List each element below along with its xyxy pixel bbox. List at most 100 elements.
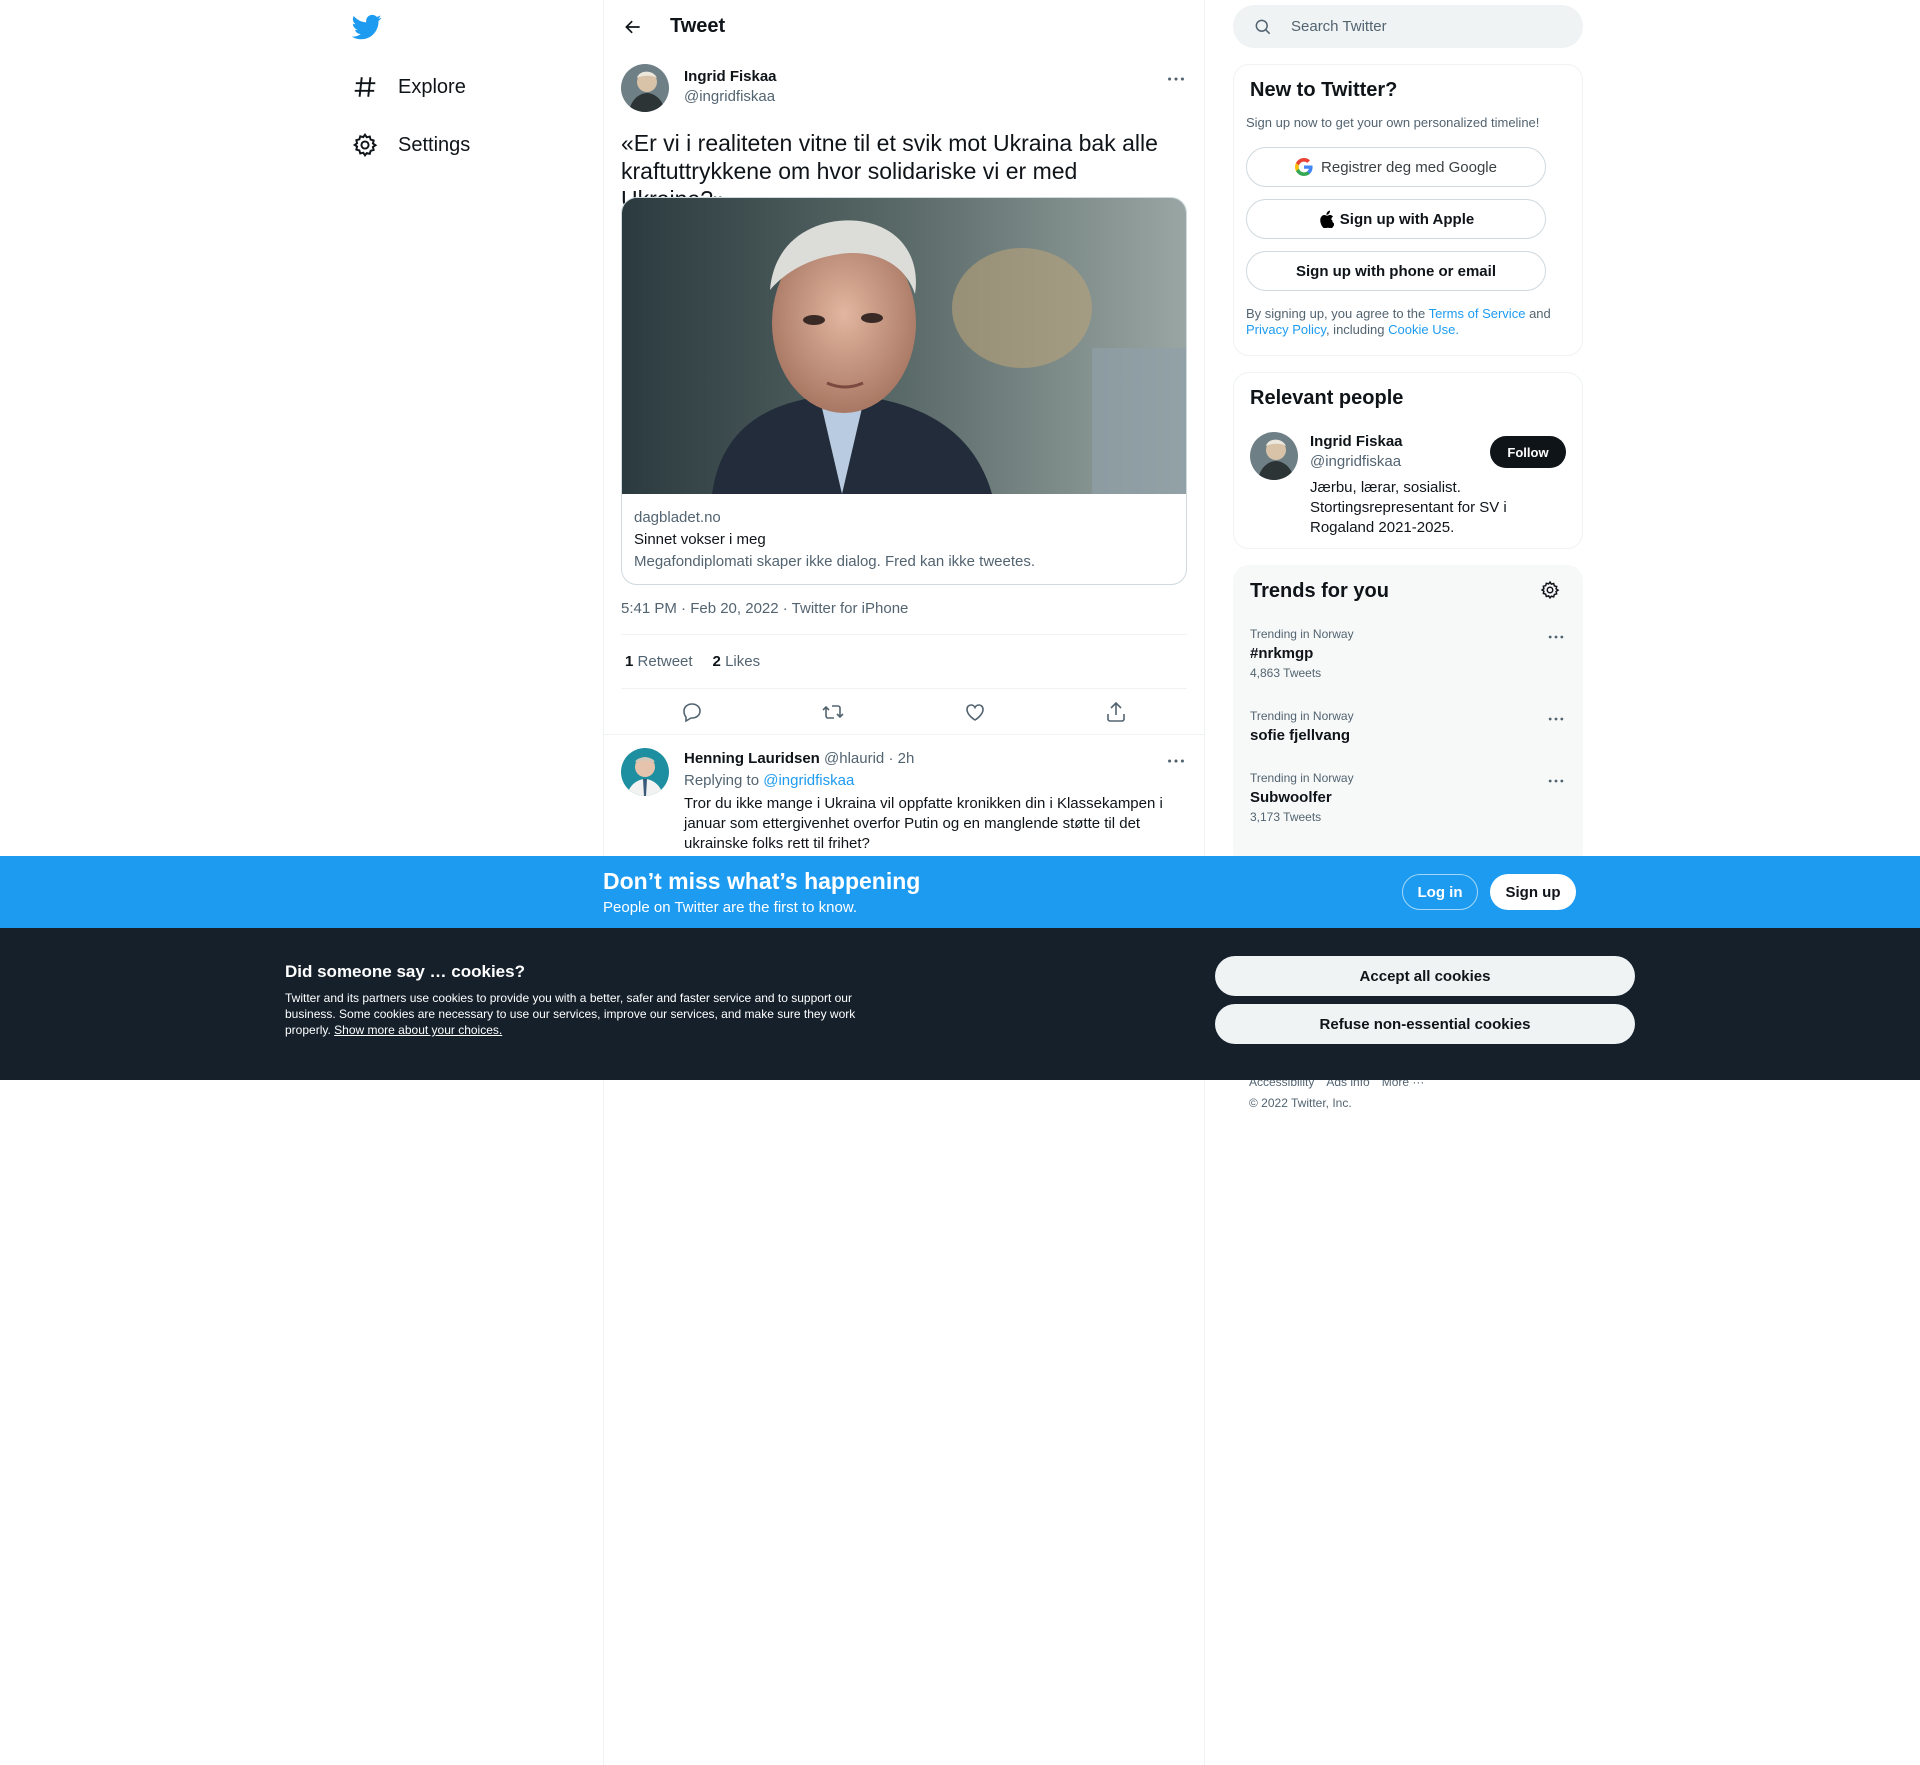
tweet-stats: 1 Retweet 2 Likes [625,653,760,670]
cookie-use-link[interactable]: Cookie Use. [1388,322,1459,337]
signup-banner: Don’t miss what’s happening People on Tw… [0,856,1920,928]
reply-icon[interactable] [680,700,704,724]
card-domain: dagbladet.no [634,509,721,526]
divider [621,688,1187,689]
likes-count: 2 [712,653,721,670]
more-options-icon[interactable] [1165,750,1187,772]
avatar[interactable] [1250,432,1298,480]
retweets-count: 1 [625,653,634,670]
back-arrow-icon[interactable] [616,10,650,44]
nav-item-settings[interactable]: Settings [352,125,470,165]
panel-title: Relevant people [1250,387,1404,409]
accept-cookies-button[interactable]: Accept all cookies [1215,956,1635,996]
privacy-policy-link[interactable]: Privacy Policy [1246,322,1326,337]
reply-text: Tror du ikke mange i Ukraina vil oppfatt… [684,795,1163,852]
trend-context: Trending in Norway [1250,627,1354,641]
trend-context: Trending in Norway [1250,771,1354,785]
person-bio: Jærbu, lærar, sosialist. Stortingsrepres… [1310,479,1507,536]
panel-subtitle: Sign up now to get your own personalized… [1246,115,1540,130]
gear-icon [352,132,378,158]
reply-author-name[interactable]: Henning Lauridsen [684,750,820,767]
nav-item-label: Explore [398,75,466,98]
likes-stat[interactable]: 2 Likes [713,653,761,670]
apple-signup-button[interactable]: Sign up with Apple [1246,199,1546,239]
twitter-logo-icon[interactable] [352,12,382,42]
more-options-icon[interactable] [1546,627,1566,647]
retweet-icon[interactable] [821,700,845,724]
tweet-actions [621,700,1187,724]
trend-name: Subwoolfer [1250,789,1332,806]
google-button-label: Registrer deg med Google [1321,158,1497,176]
card-title: Sinnet vokser i meg [634,531,766,548]
person-handle[interactable]: @ingridfiskaa [1310,453,1401,470]
banner-title: Don’t miss what’s happening [603,868,921,894]
signup-button[interactable]: Sign up [1490,874,1576,910]
share-icon[interactable] [1104,700,1128,724]
like-icon[interactable] [963,700,987,724]
avatar[interactable] [621,748,669,796]
more-options-icon[interactable] [1546,771,1566,791]
copyright: © 2022 Twitter, Inc. [1249,1096,1352,1110]
cookie-consent-banner: Did someone say … cookies? Twitter and i… [0,928,1920,1080]
terms-notice: By signing up, you agree to the Terms of… [1246,306,1566,338]
terms-of-service-link[interactable]: Terms of Service [1429,306,1526,321]
search-icon [1253,17,1273,37]
trend-context: Trending in Norway [1250,709,1354,723]
panel-title: New to Twitter? [1250,79,1398,101]
search-input[interactable] [1289,17,1553,36]
tweet-timestamp[interactable]: 5:41 PM · Feb 20, 2022 · Twitter for iPh… [621,600,908,617]
card-description: Megafondiplomati skaper ikke dialog. Fre… [634,553,1036,570]
follow-button[interactable]: Follow [1490,436,1566,468]
refuse-cookies-button[interactable]: Refuse non-essential cookies [1215,1004,1635,1044]
trend-name: #nrkmgp [1250,645,1314,662]
replying-prefix: Replying to [684,772,760,789]
relevant-people-panel: Relevant people Ingrid Fiskaa @ingridfis… [1233,372,1583,549]
replying-to: Replying to @ingridfiskaa [684,772,854,789]
retweets-stat[interactable]: 1 Retweet [625,653,693,670]
trend-count: 3,173 Tweets [1250,810,1322,824]
avatar[interactable] [621,64,669,112]
banner-subtitle: People on Twitter are the first to know. [603,899,858,916]
login-button[interactable]: Log in [1402,874,1478,910]
search-bar[interactable] [1233,5,1583,48]
retweets-label: Retweet [637,653,693,670]
page-title: Tweet [670,15,726,37]
trend-item[interactable]: Trending in Norway Subwoolfer 3,173 Twee… [1250,771,1566,824]
new-to-twitter-panel: New to Twitter? Sign up now to get your … [1233,64,1583,356]
trend-item[interactable]: Trending in Norway #nrkmgp 4,863 Tweets [1250,627,1566,680]
gear-icon[interactable] [1540,580,1560,600]
cookie-choices-link[interactable]: Show more about your choices. [334,1023,502,1037]
google-icon [1295,158,1313,176]
divider [604,734,1204,735]
more-options-icon[interactable] [1165,68,1187,90]
likes-label: Likes [725,653,761,670]
phone-email-signup-button[interactable]: Sign up with phone or email [1246,251,1546,291]
hashtag-icon [352,74,378,100]
cookie-title: Did someone say … cookies? [285,962,525,981]
nav-item-explore[interactable]: Explore [352,67,466,107]
trend-name: sofie fjellvang [1250,727,1351,744]
reply-header: Henning Lauridsen @hlaurid · 2h [684,750,914,767]
reply-time[interactable]: · 2h [888,750,914,767]
terms-and: and [1529,306,1551,321]
trend-item[interactable]: Trending in Norway sofie fjellvang [1250,709,1566,744]
apple-icon [1318,210,1334,228]
link-card[interactable]: dagbladet.no Sinnet vokser i meg Megafon… [621,197,1187,585]
card-image [622,198,1186,494]
person-name[interactable]: Ingrid Fiskaa [1310,433,1403,450]
reply-author-handle[interactable]: @hlaurid [824,750,884,767]
panel-title: Trends for you [1250,580,1389,602]
more-options-icon[interactable] [1546,709,1566,729]
author-handle[interactable]: @ingridfiskaa [684,88,775,105]
author-name[interactable]: Ingrid Fiskaa [684,68,777,85]
apple-button-label: Sign up with Apple [1339,210,1475,228]
trends-panel: Trends for you Trending in Norway #nrkmg… [1233,565,1583,867]
cookie-text: Twitter and its partners use cookies to … [285,990,895,1038]
trend-count: 4,863 Tweets [1250,666,1322,680]
google-signup-button[interactable]: Registrer deg med Google [1246,147,1546,187]
replying-mention[interactable]: @ingridfiskaa [763,772,854,789]
nav-item-label: Settings [398,133,471,156]
terms-prefix: By signing up, you agree to the [1246,306,1426,321]
divider [621,634,1187,635]
terms-including: , including [1325,322,1385,337]
